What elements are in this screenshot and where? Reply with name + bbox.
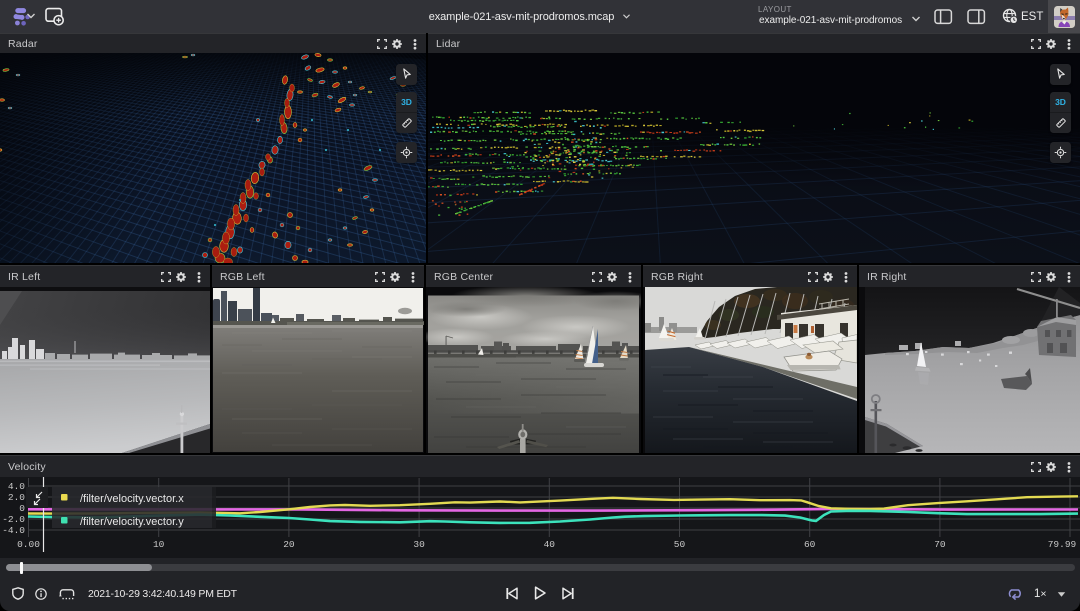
svg-text:2.0: 2.0 [8, 492, 25, 503]
svg-text:4.0: 4.0 [8, 481, 25, 492]
svg-text:0.00: 0.00 [17, 539, 40, 550]
svg-text:/filter/velocity.vector.x: /filter/velocity.vector.x [80, 493, 184, 505]
svg-text:/filter/velocity.vector.y: /filter/velocity.vector.y [80, 516, 184, 528]
svg-text:20: 20 [283, 539, 295, 550]
svg-text:10: 10 [153, 539, 165, 550]
svg-text:-4.0: -4.0 [2, 525, 25, 536]
svg-text:50: 50 [674, 539, 686, 550]
svg-text:30: 30 [413, 539, 425, 550]
svg-text:70: 70 [934, 539, 946, 550]
svg-text:60: 60 [804, 539, 816, 550]
svg-text:79.99: 79.99 [1048, 539, 1077, 550]
svg-text:0: 0 [19, 503, 25, 514]
svg-text:-2.0: -2.0 [2, 514, 25, 525]
svg-text:40: 40 [544, 539, 556, 550]
